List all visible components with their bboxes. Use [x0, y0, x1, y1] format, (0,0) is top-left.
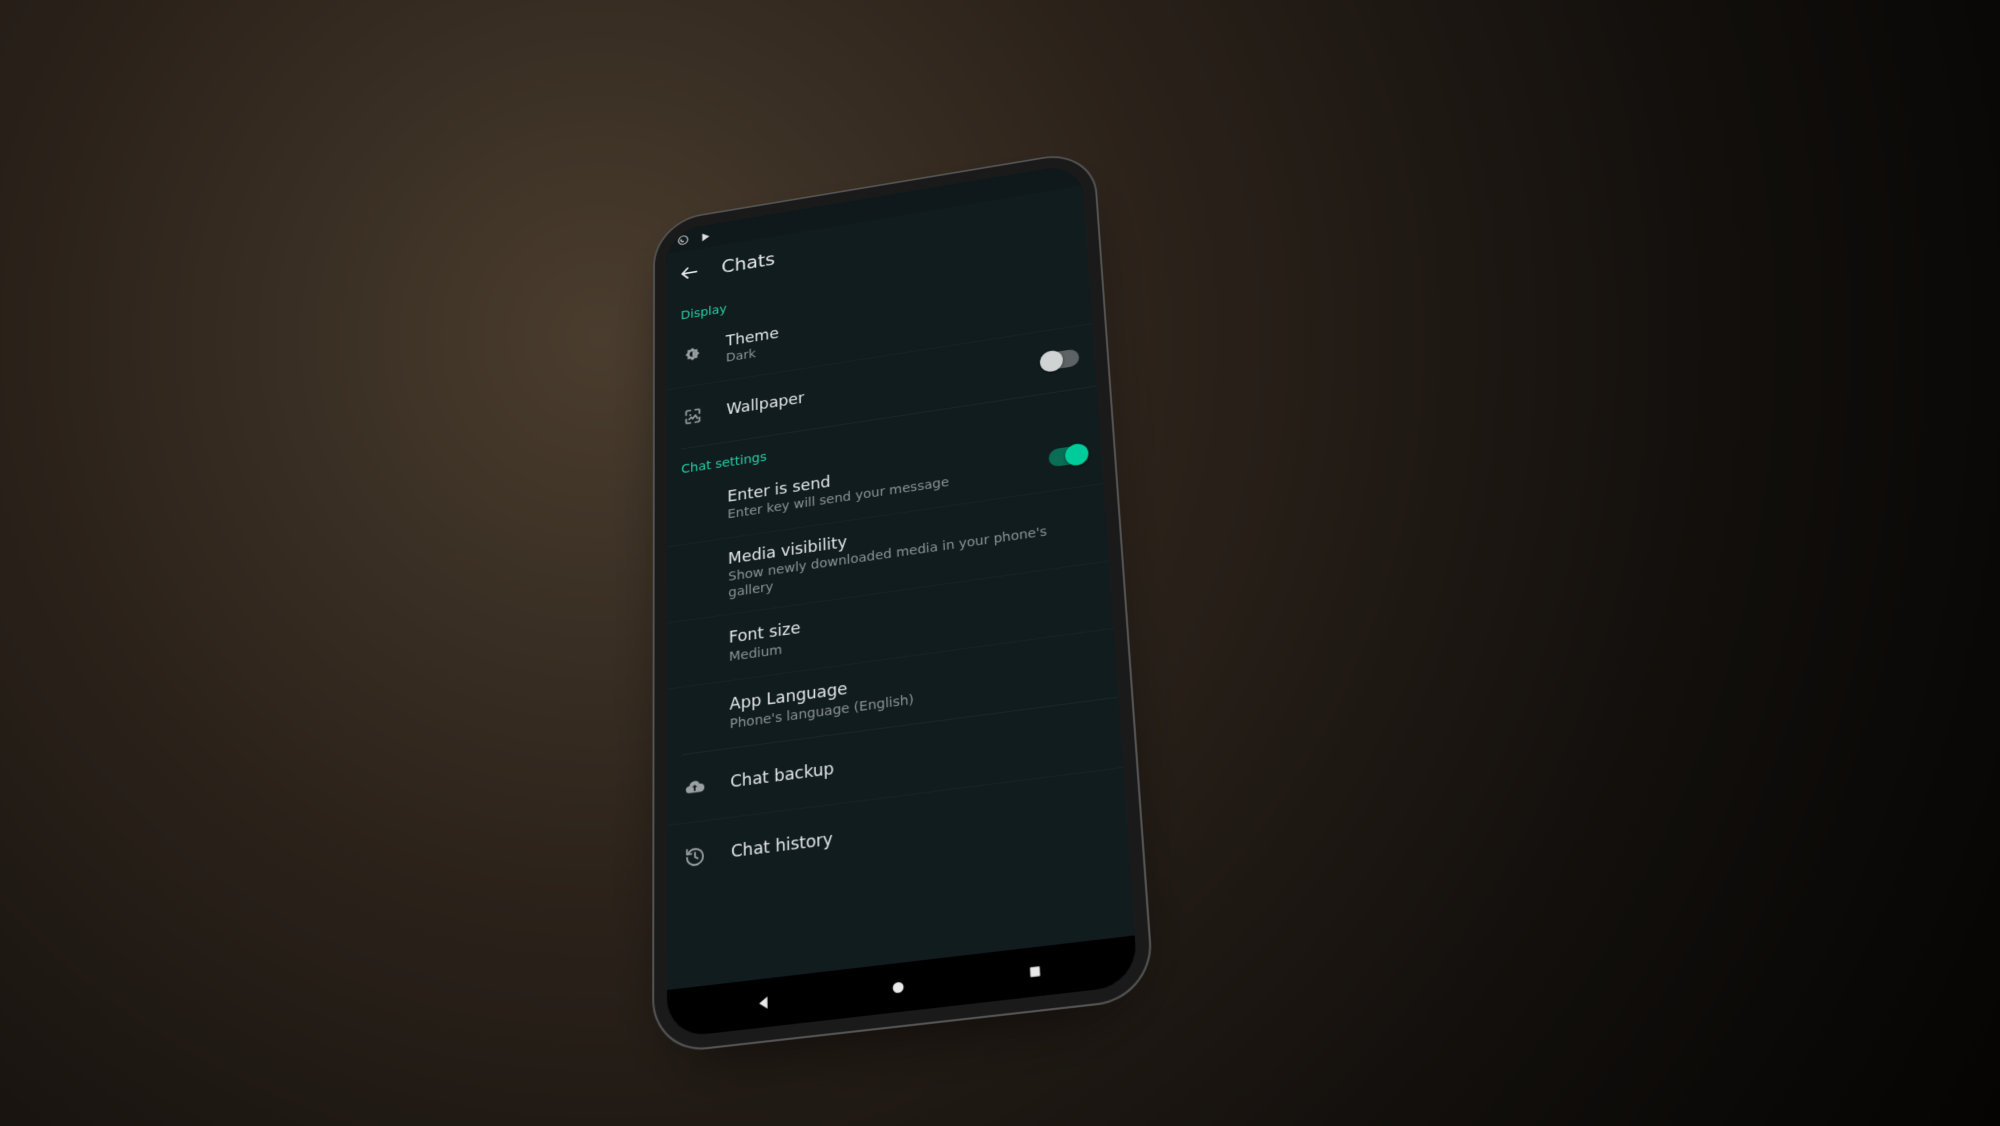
back-button[interactable] — [675, 258, 703, 288]
wallpaper-toggle[interactable] — [1042, 348, 1079, 371]
whatsapp-icon — [677, 234, 689, 247]
triangle-back-icon — [754, 993, 772, 1013]
nav-back-button[interactable] — [749, 987, 777, 1019]
circle-home-icon — [890, 978, 907, 996]
nav-home-button[interactable] — [883, 972, 913, 1004]
scene: Chats Display Theme Da — [0, 0, 2000, 1126]
arrow-left-icon — [679, 261, 700, 284]
enter-is-send-toggle[interactable] — [1048, 444, 1086, 467]
wallpaper-icon — [681, 405, 705, 427]
square-recents-icon — [1027, 963, 1045, 981]
play-store-icon — [700, 230, 712, 242]
settings-list: Display Theme Dark — [666, 231, 1134, 990]
phone-screen: Chats Display Theme Da — [666, 163, 1138, 1038]
page-title: Chats — [721, 249, 775, 277]
cloud-upload-icon — [682, 776, 707, 800]
nav-recents-button[interactable] — [1020, 956, 1051, 988]
brightness-icon — [681, 345, 704, 367]
phone-frame: Chats Display Theme Da — [666, 163, 1138, 1038]
history-icon — [682, 845, 707, 869]
